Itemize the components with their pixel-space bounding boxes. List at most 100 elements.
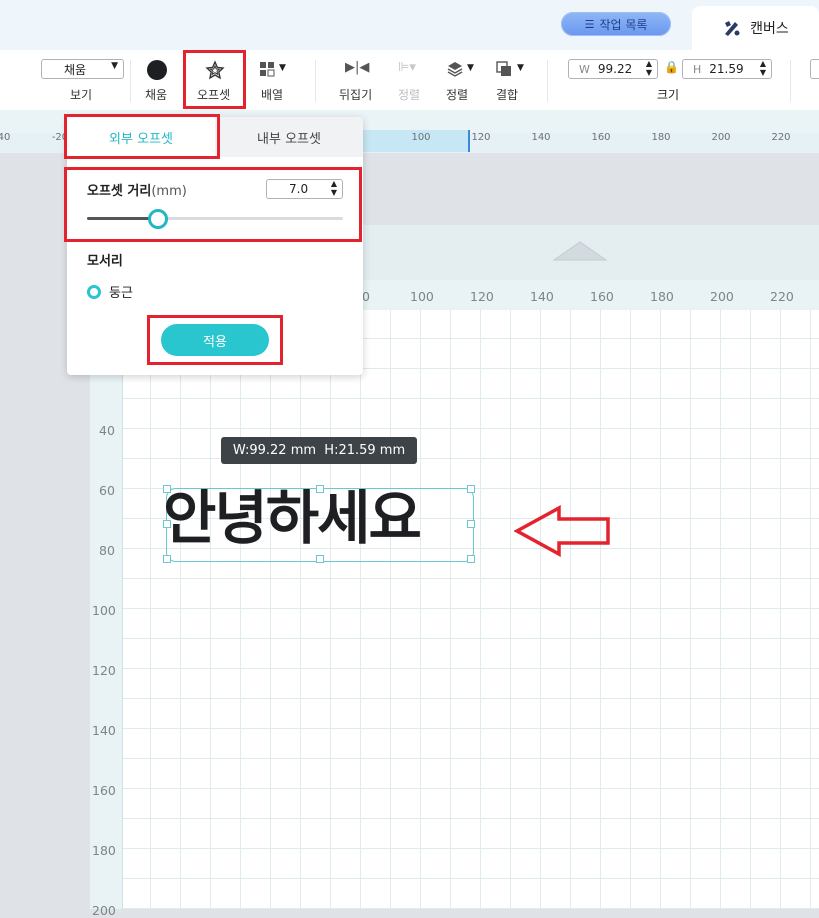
h-tick: 180 [650, 289, 674, 304]
offset-slider-thumb[interactable] [148, 209, 168, 229]
resize-handle[interactable] [467, 520, 475, 528]
arrange-grid-icon [260, 62, 275, 77]
align-label-disabled: 정렬 [398, 88, 421, 102]
text-object[interactable]: 안녕하세요 [163, 478, 422, 558]
view-label: 보기 [70, 88, 93, 102]
offset-star-icon [205, 60, 225, 80]
tab-inner-offset[interactable]: 내부 오프셋 [215, 117, 363, 157]
canvas-v-ruler: 40 60 80 100 120 140 160 180 200 [90, 310, 123, 918]
v-tick: 40 [99, 423, 115, 438]
resize-handle[interactable] [467, 485, 475, 493]
h-tick: 0 [362, 289, 370, 304]
stepper-icon[interactable]: ▲ ▼ [760, 59, 766, 77]
work-list-button[interactable]: ☰ 작업 목록 [561, 12, 671, 36]
offset-label: 오프셋 [197, 88, 231, 102]
h-tick: 120 [470, 289, 494, 304]
v-tick: 100 [92, 603, 116, 618]
canvas-grid[interactable] [122, 310, 819, 909]
ruler-tick: 120 [471, 132, 491, 143]
flip-label: 뒤집기 [339, 88, 373, 102]
offset-distance-value: 7.0 [289, 182, 309, 196]
corner-label: 모서리 [87, 254, 123, 269]
canvas-tab-label: 캔버스 [750, 21, 789, 37]
offset-distance-title: 오프셋 거리(mm) [87, 180, 187, 199]
resize-handle[interactable] [163, 555, 171, 563]
v-tick: 120 [92, 663, 116, 678]
collapse-arrow-icon[interactable] [552, 240, 608, 264]
dropdown-arrow-icon: ▼ [279, 63, 286, 73]
h-tick: 140 [530, 289, 554, 304]
ruler-tick: 180 [651, 132, 671, 143]
resize-handle[interactable] [467, 555, 475, 563]
fill-color-swatch[interactable] [147, 60, 167, 80]
layers-icon [447, 62, 463, 77]
tab-canvas[interactable]: 캔버스 [692, 6, 819, 50]
corner-round-label: 둥근 [109, 286, 133, 301]
annotation-arrow-icon [514, 505, 610, 557]
work-list-label: 작업 목록 [599, 17, 648, 32]
v-tick: 160 [92, 783, 116, 798]
v-tick: 200 [92, 903, 116, 918]
height-prefix: H [693, 62, 702, 76]
resize-handle[interactable] [163, 485, 171, 493]
lock-icon[interactable]: 🔒 [664, 60, 679, 74]
v-tick: 60 [99, 483, 115, 498]
offset-panel: 외부 오프셋 내부 오프셋 오프셋 거리(mm) 7.0 ▲ ▼ 모서리 둥근 적… [67, 117, 363, 375]
arrange-label: 배열 [261, 88, 284, 102]
radio-selected-icon[interactable] [87, 284, 101, 299]
offset-distance-input[interactable]: 7.0 ▲ ▼ [266, 179, 343, 199]
ruler-tick: 140 [531, 132, 551, 143]
dimensions-tooltip: W:99.22 mm H:21.59 mm [221, 437, 417, 464]
h-tick: 220 [770, 289, 794, 304]
offset-tool[interactable]: 오프셋 [186, 50, 243, 110]
v-tick: 140 [92, 723, 116, 738]
width-field[interactable]: W 99.22 ▲ ▼ [568, 59, 658, 79]
h-tick: 160 [590, 289, 614, 304]
combine-tool[interactable]: ▼ 결합 [490, 50, 530, 110]
combine-label: 결합 [496, 88, 519, 102]
v-tick: 80 [99, 543, 115, 558]
stepper-icon[interactable]: ▲ ▼ [331, 179, 337, 197]
h-tick: 200 [710, 289, 734, 304]
extra-field[interactable] [810, 59, 819, 79]
ruler-tick: 200 [711, 132, 731, 143]
dropdown-arrow-icon: ▼ [517, 63, 524, 73]
dropdown-arrow-icon: ▼ [111, 61, 118, 71]
offset-slider-fill [87, 217, 157, 220]
apply-button[interactable]: 적용 [161, 324, 269, 356]
height-value: 21.59 [709, 62, 744, 76]
v-tick: 180 [92, 843, 116, 858]
ruler-tick: -20 [51, 132, 69, 143]
arrange-tool[interactable]: ▼ 배열 [252, 50, 296, 110]
align-left-icon: ⊫▾ [398, 60, 416, 75]
ruler-tick: 40 [0, 132, 11, 143]
resize-handle[interactable] [316, 485, 324, 493]
h-tick: 100 [410, 289, 434, 304]
toolbar: 채움 ▼ 보기 채움 오프셋 ▼ 배열 ▶|◀ 뒤집기 ⊫▾ 정렬 ▼ 정렬 ▼… [0, 50, 819, 111]
flip-tool[interactable]: ▶|◀ 뒤집기 [336, 50, 380, 110]
ruler-tick: 160 [591, 132, 611, 143]
canvas-icon [725, 21, 740, 36]
ruler-tick: 100 [411, 132, 431, 143]
order-tool[interactable]: ▼ 정렬 [440, 50, 480, 110]
combine-icon [496, 61, 511, 76]
stepper-icon[interactable]: ▲ ▼ [646, 59, 652, 77]
fill-tool[interactable]: 채움 [138, 50, 176, 110]
offset-distance-unit: (mm) [151, 184, 187, 199]
ruler-tick: 220 [771, 132, 791, 143]
resize-handle[interactable] [163, 520, 171, 528]
corner-round-option[interactable]: 둥근 [87, 282, 133, 301]
list-icon: ☰ [584, 17, 595, 31]
dropdown-arrow-icon: ▼ [467, 63, 474, 73]
order-label: 정렬 [446, 88, 469, 102]
align-tool: ⊫▾ 정렬 [393, 50, 433, 110]
offset-distance-label: 오프셋 거리 [87, 184, 152, 199]
height-field[interactable]: H 21.59 ▲ ▼ [682, 59, 772, 79]
width-value: 99.22 [597, 62, 633, 76]
resize-handle[interactable] [316, 555, 324, 563]
flip-icon: ▶|◀ [345, 60, 370, 75]
fill-label: 채움 [145, 88, 168, 102]
width-prefix: W [579, 62, 590, 76]
size-label: 크기 [657, 88, 680, 102]
tab-outer-offset[interactable]: 외부 오프셋 [67, 117, 215, 157]
